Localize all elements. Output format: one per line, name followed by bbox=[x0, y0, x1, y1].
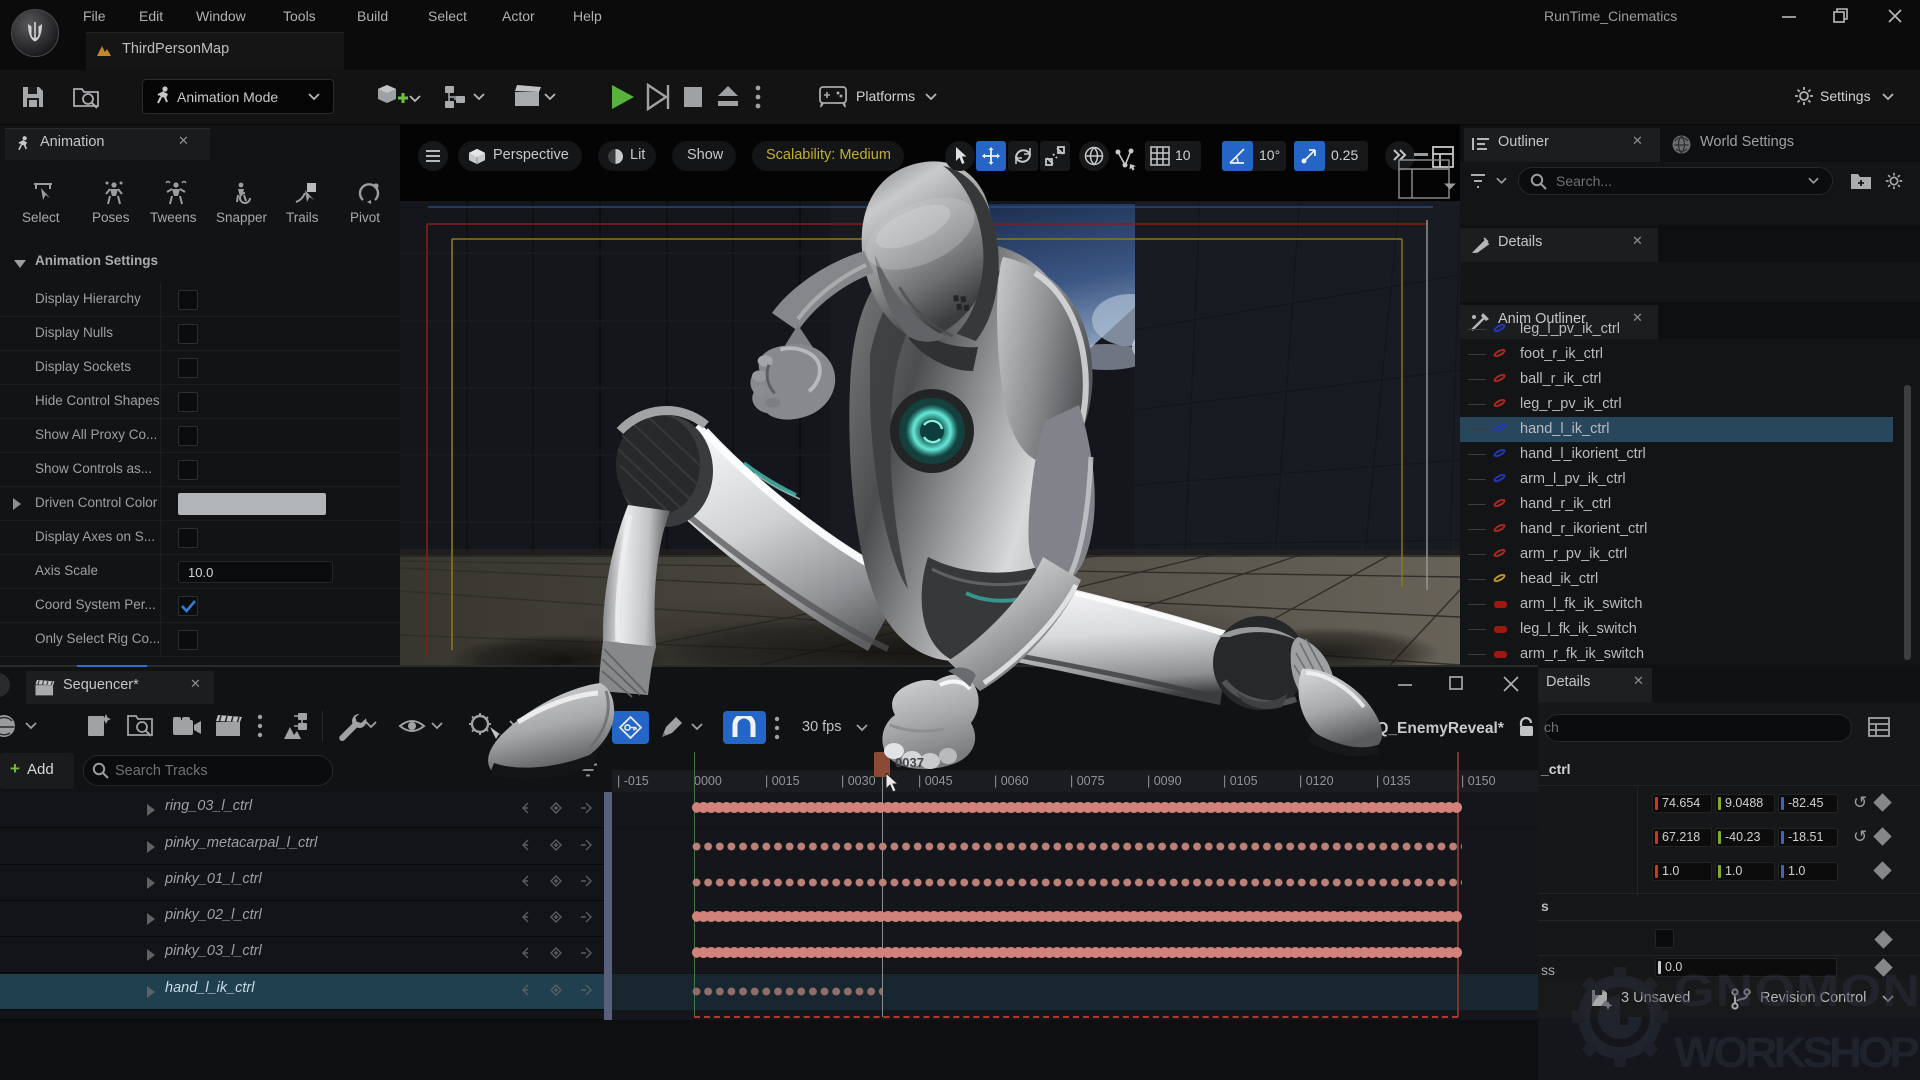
svg-text:GNOMON: GNOMON bbox=[1674, 966, 1918, 1016]
svg-text:WORKSHOP: WORKSHOP bbox=[1674, 1030, 1918, 1077]
